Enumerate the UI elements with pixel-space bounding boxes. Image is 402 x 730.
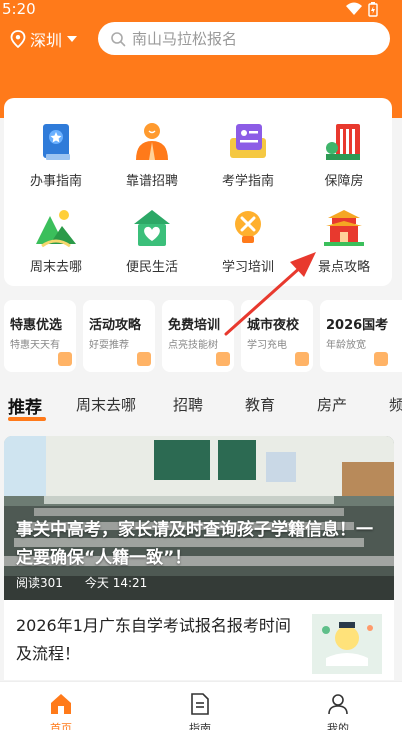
tab-active-indicator — [8, 417, 46, 421]
nav-label: 首页 — [50, 722, 72, 730]
promo-subtitle: 好耍推荐 — [89, 340, 129, 351]
feature-title: 事关中高考，家长请及时查询孩子学籍信息！一定要确保“人籍一致”！ — [16, 520, 373, 568]
heart-house-icon — [134, 210, 170, 246]
city-name: 深圳 — [30, 31, 63, 50]
exam-card-icon — [230, 124, 266, 158]
grid-item-guide[interactable]: 办事指南 — [10, 102, 102, 189]
tab-recruit[interactable]: 招聘 — [173, 394, 203, 415]
chevron-down-icon — [67, 36, 78, 42]
search-icon — [111, 31, 126, 46]
status-icons — [346, 2, 378, 17]
nav-label: 我的 — [327, 722, 349, 730]
grid-item-life[interactable]: 便民生活 — [106, 188, 198, 275]
grid-item-training[interactable]: 学习培训 — [202, 188, 294, 275]
read-count: 阅读301 — [16, 576, 63, 590]
bottom-nav: 首页 指南 我的 — [0, 681, 402, 730]
home-icon — [51, 694, 71, 714]
screen-icon — [216, 352, 230, 366]
location-pin-icon — [10, 30, 26, 48]
grid-label: 周末去哪 — [29, 260, 82, 275]
search-placeholder: 南山马拉松报名 — [132, 30, 238, 48]
promo-title: 活动攻略 — [89, 318, 142, 333]
document-icon — [191, 693, 209, 715]
grid-label: 景点攻略 — [317, 260, 370, 275]
user-icon — [328, 694, 348, 715]
nav-profile[interactable]: 我的 — [303, 692, 373, 730]
feature-article[interactable]: 事关中高考，家长请及时查询孩子学籍信息！一定要确保“人籍一致”！ 阅读301 今天… — [4, 436, 394, 600]
grid-label: 保障房 — [324, 174, 364, 189]
grid-label: 考学指南 — [221, 174, 274, 189]
document-badge-icon — [374, 352, 388, 366]
promo-card-civil-exam[interactable]: 2026国考 年龄放宽 — [320, 300, 402, 372]
promo-card-training[interactable]: 免费培训 点亮技能树 — [162, 300, 234, 372]
recruit-person-icon — [136, 123, 168, 160]
promo-title: 2026国考 — [326, 318, 389, 333]
feature-meta: 阅读301 今天 14:21 — [16, 574, 147, 591]
service-grid: 办事指南 靠谱招聘 考学指南 保障房 周末去哪 便民生活 学习培训 景点攻略 — [4, 98, 392, 286]
grid-label: 学习培训 — [221, 260, 274, 275]
promo-title: 免费培训 — [168, 318, 221, 333]
building-icon — [295, 352, 309, 366]
article-title: 2026年1月广东自学考试报名报考时间及流程！ — [16, 616, 291, 663]
nav-guide[interactable]: 指南 — [165, 692, 235, 730]
promo-title: 特惠优选 — [10, 318, 63, 333]
grid-item-weekend[interactable]: 周末去哪 — [10, 188, 102, 275]
tab-weekend[interactable]: 周末去哪 — [76, 394, 136, 415]
bulb-tools-icon — [235, 211, 261, 243]
nav-home[interactable]: 首页 — [26, 692, 96, 730]
status-bar: 5:20 — [0, 0, 402, 20]
grid-item-housing[interactable]: 保障房 — [298, 102, 390, 189]
wifi-icon — [346, 2, 362, 15]
promo-title: 城市夜校 — [247, 318, 300, 333]
balloon-icon — [137, 352, 151, 366]
grid-item-exam[interactable]: 考学指南 — [202, 102, 294, 189]
tab-more[interactable]: 频 — [389, 394, 402, 415]
status-time: 5:20 — [2, 0, 36, 18]
grid-label: 办事指南 — [29, 174, 82, 189]
category-tabs: 推荐 周末去哪 招聘 教育 房产 频 — [0, 388, 402, 424]
mountain-weekend-icon — [36, 210, 76, 248]
tab-education[interactable]: 教育 — [245, 394, 275, 415]
promo-subtitle: 特惠天天有 — [10, 340, 60, 351]
city-selector[interactable]: 深圳 — [10, 27, 78, 51]
tab-recommend[interactable]: 推荐 — [8, 393, 42, 418]
battery-icon — [368, 2, 378, 17]
guide-book-icon — [43, 124, 70, 160]
grid-item-recruit[interactable]: 靠谱招聘 — [106, 102, 198, 189]
grid-item-attraction[interactable]: 景点攻略 — [298, 188, 390, 275]
grid-label: 靠谱招聘 — [125, 174, 178, 189]
publish-time: 今天 14:21 — [84, 576, 148, 590]
promo-subtitle: 年龄放宽 — [326, 340, 366, 351]
shopping-bag-icon — [58, 352, 72, 366]
housing-building-icon — [326, 124, 360, 160]
promo-subtitle: 点亮技能树 — [168, 340, 218, 351]
article-list-item[interactable]: 2026年1月广东自学考试报名报考时间及流程！ — [4, 600, 394, 680]
article-thumbnail — [312, 614, 382, 674]
grid-label: 便民生活 — [125, 260, 178, 275]
search-input[interactable]: 南山马拉松报名 — [98, 22, 390, 55]
temple-attraction-icon — [324, 210, 364, 246]
tab-housing[interactable]: 房产 — [317, 394, 347, 415]
promo-subtitle: 学习充电 — [247, 340, 287, 351]
nav-label: 指南 — [189, 722, 211, 730]
promo-card-discount[interactable]: 特惠优选 特惠天天有 — [4, 300, 76, 372]
promo-card-activity[interactable]: 活动攻略 好耍推荐 — [83, 300, 155, 372]
promo-card-night-school[interactable]: 城市夜校 学习充电 — [241, 300, 313, 372]
